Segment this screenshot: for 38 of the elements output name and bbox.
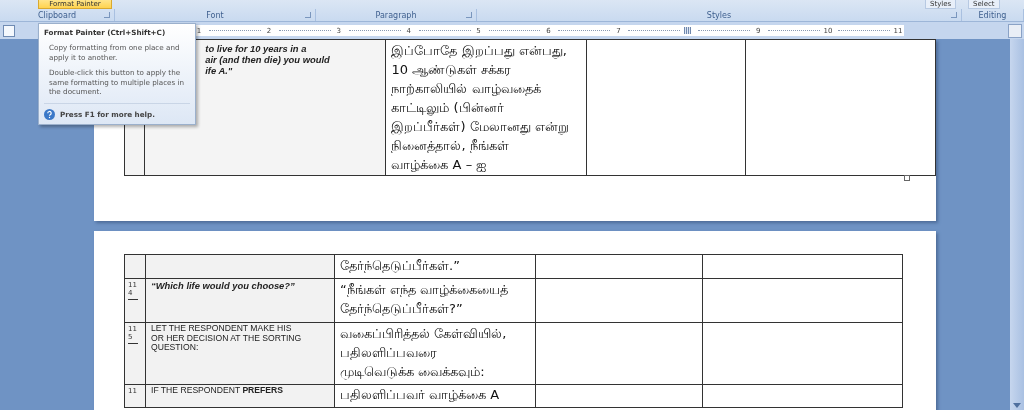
english-text: OR HER DECISION AT THE SORTING bbox=[151, 333, 303, 343]
group-label: Font bbox=[206, 10, 224, 20]
tamil-text: தேர்ந்தெடுப்பீர்கள்.” bbox=[340, 257, 461, 275]
view-ruler-icon[interactable] bbox=[1008, 24, 1022, 38]
english-text: LET THE RESPONDENT MAKE HIS bbox=[151, 324, 293, 334]
english-text: “Which life would you choose?” bbox=[151, 280, 296, 291]
tamil-text: பதிலளிப்பவரை bbox=[340, 344, 438, 362]
english-text: QUESTION: bbox=[151, 343, 200, 353]
group-label: Paragraph bbox=[375, 10, 417, 20]
tamil-text: வாழ்க்கை A – ஐ bbox=[391, 156, 488, 174]
tamil-text: நாற்காலியில் வாழ்வதைக் bbox=[391, 80, 542, 98]
english-text: to live for 10 years in a bbox=[205, 43, 308, 54]
english-text: IF THE RESPONDENT PREFERS bbox=[151, 386, 284, 396]
scrollbar[interactable] bbox=[1010, 39, 1024, 410]
tamil-text: தேர்ந்தெடுப்பீர்கள்?” bbox=[340, 300, 464, 318]
dialog-launcher-icon[interactable] bbox=[951, 12, 957, 18]
tamil-text: பதிலளிப்பவர் வாழ்க்கை A bbox=[340, 386, 501, 403]
english-text: air (and then die) you would bbox=[205, 54, 331, 65]
tamil-text: 10 ஆண்டுகள் சக்கர bbox=[391, 61, 513, 79]
tamil-text: காட்டிலும் (பின்னர் bbox=[391, 99, 505, 117]
dialog-launcher-icon[interactable] bbox=[466, 12, 472, 18]
dialog-launcher-icon[interactable] bbox=[104, 12, 110, 18]
help-icon bbox=[44, 108, 55, 120]
tab-selector-icon[interactable] bbox=[3, 25, 15, 37]
column-marker-icon[interactable] bbox=[684, 27, 692, 34]
tamil-text: முடிவெடுக்க வைக்கவும்: bbox=[340, 363, 486, 381]
scroll-down-icon[interactable] bbox=[1013, 403, 1021, 408]
table-resize-handle[interactable] bbox=[904, 175, 910, 181]
tamil-text: இறப்பீர்கள்) மேலானது என்று bbox=[391, 118, 570, 136]
dialog-launcher-icon[interactable] bbox=[305, 12, 311, 18]
group-label: Editing bbox=[978, 10, 1007, 20]
tamil-text: வகைப்பிரித்தல் கேள்வியில், bbox=[340, 325, 508, 343]
tamil-text: “நீங்கள் எந்த வாழ்க்கையைத் bbox=[340, 281, 509, 299]
tamil-text: இப்போதே இறப்பது என்பது, bbox=[391, 42, 568, 60]
group-label: Styles bbox=[706, 10, 732, 20]
english-text: ife A." bbox=[205, 65, 234, 76]
group-label: Clipboard bbox=[37, 10, 77, 20]
tamil-text: நினைத்தால், நீங்கள் bbox=[391, 137, 510, 155]
